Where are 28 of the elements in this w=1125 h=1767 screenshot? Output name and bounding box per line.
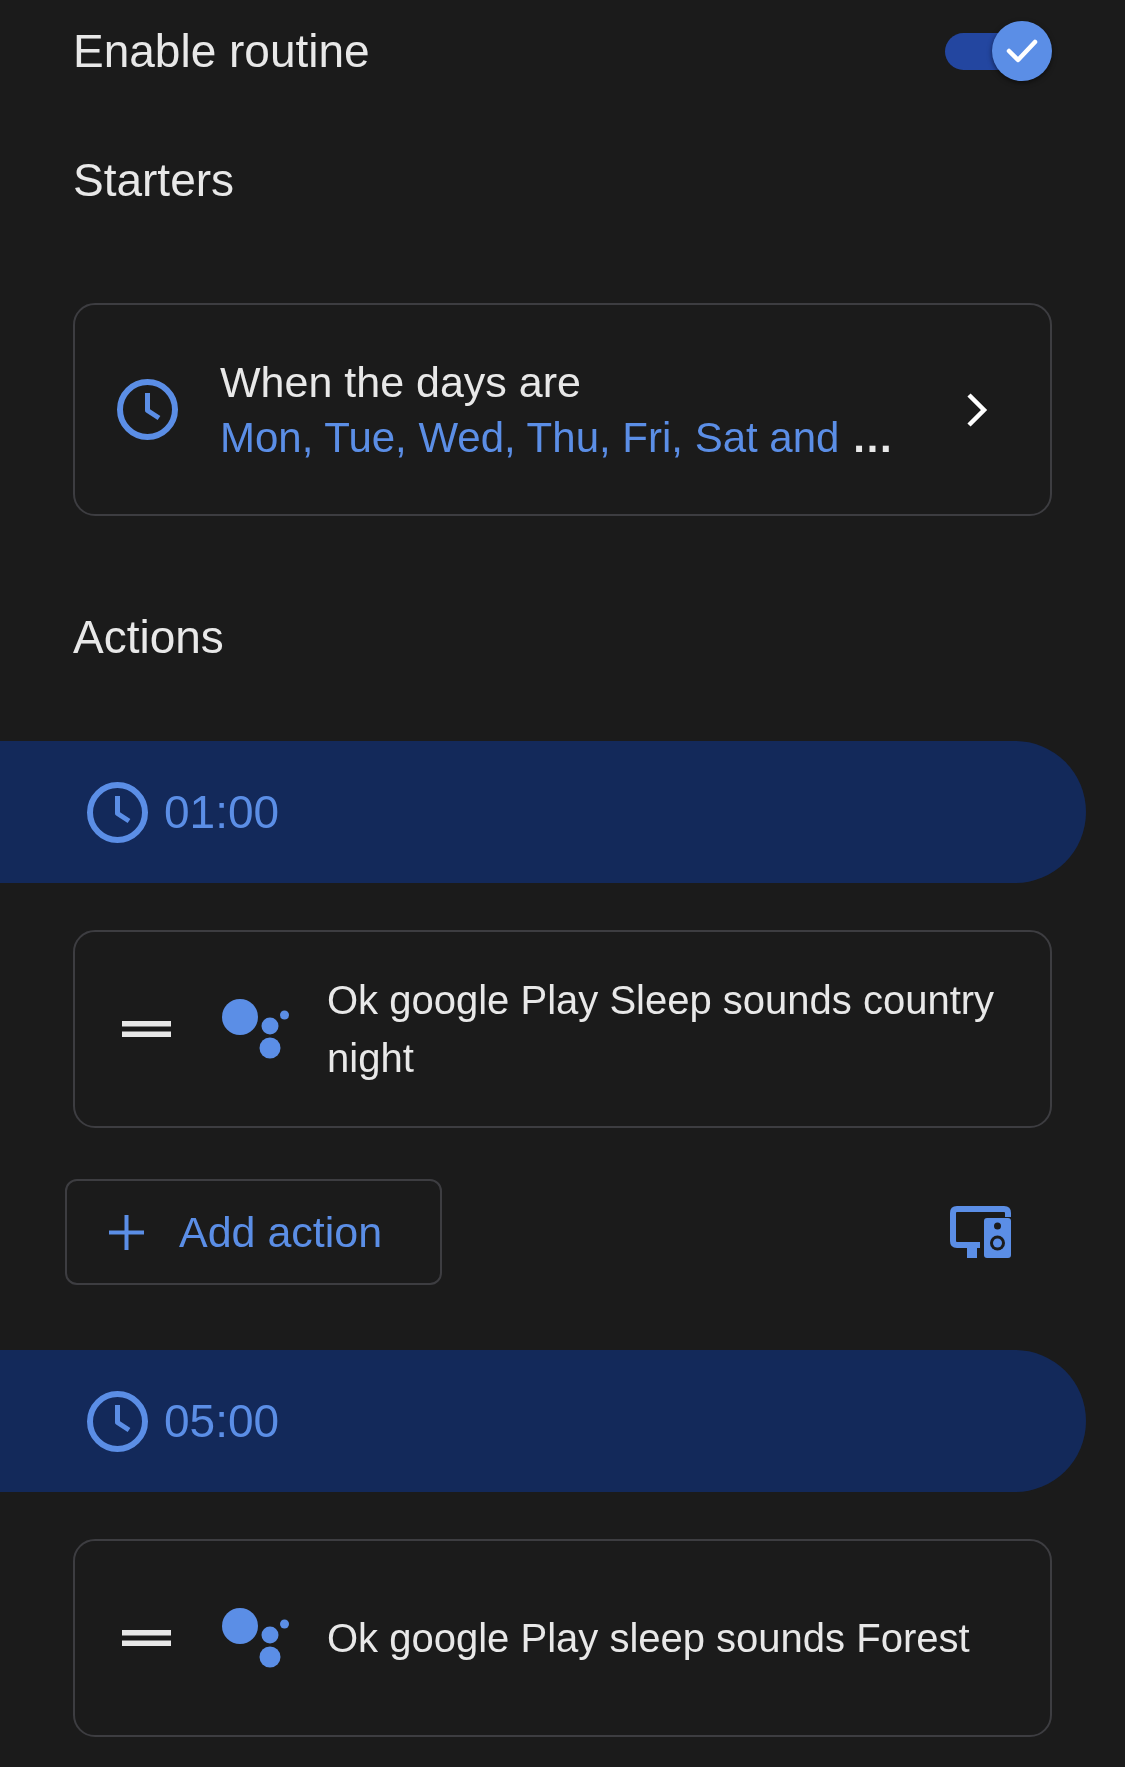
section-title: Starters [73,153,235,208]
drag-handle-icon[interactable] [122,1021,171,1037]
drag-handle-icon[interactable] [122,1630,171,1646]
action-card[interactable]: Ok google Play sleep sounds Forest [73,1539,1052,1737]
time-label: 01:00 [164,785,280,840]
toggle-switch[interactable] [945,21,1052,81]
action-card[interactable]: Ok google Play Sleep sounds country night [73,930,1052,1128]
days-summary: Mon, Tue, Wed, Thu, Fri, Sat and [220,412,840,463]
clock-icon [87,1390,148,1452]
chevron-right-icon [966,391,988,428]
section-title: Actions [73,610,224,665]
action-text: Ok google Play Sleep sounds country night [327,977,996,1082]
time-header[interactable]: 01:00 [0,741,1086,883]
time-header[interactable]: 05:00 [0,1350,1086,1492]
add-action-button[interactable]: Add action [65,1179,442,1285]
clock-icon [117,379,178,440]
dots-icon [222,1608,289,1668]
setting-label: Enable routine [73,24,370,79]
time-label: 05:00 [164,1394,280,1449]
dots-icon [222,999,289,1059]
plus-icon [109,1214,144,1250]
starter-card[interactable]: When the days are Mon, Tue, Wed, Thu, Fri, Sat and … [73,303,1052,516]
action-text: Ok google Play sleep sounds Forest [327,1615,971,1662]
starter-title: When the days are [220,356,581,408]
ellipsis-text: … [851,412,894,463]
speaker-screen-icon[interactable] [950,1206,1011,1258]
check-icon [1006,38,1038,64]
clock-icon [87,781,148,843]
